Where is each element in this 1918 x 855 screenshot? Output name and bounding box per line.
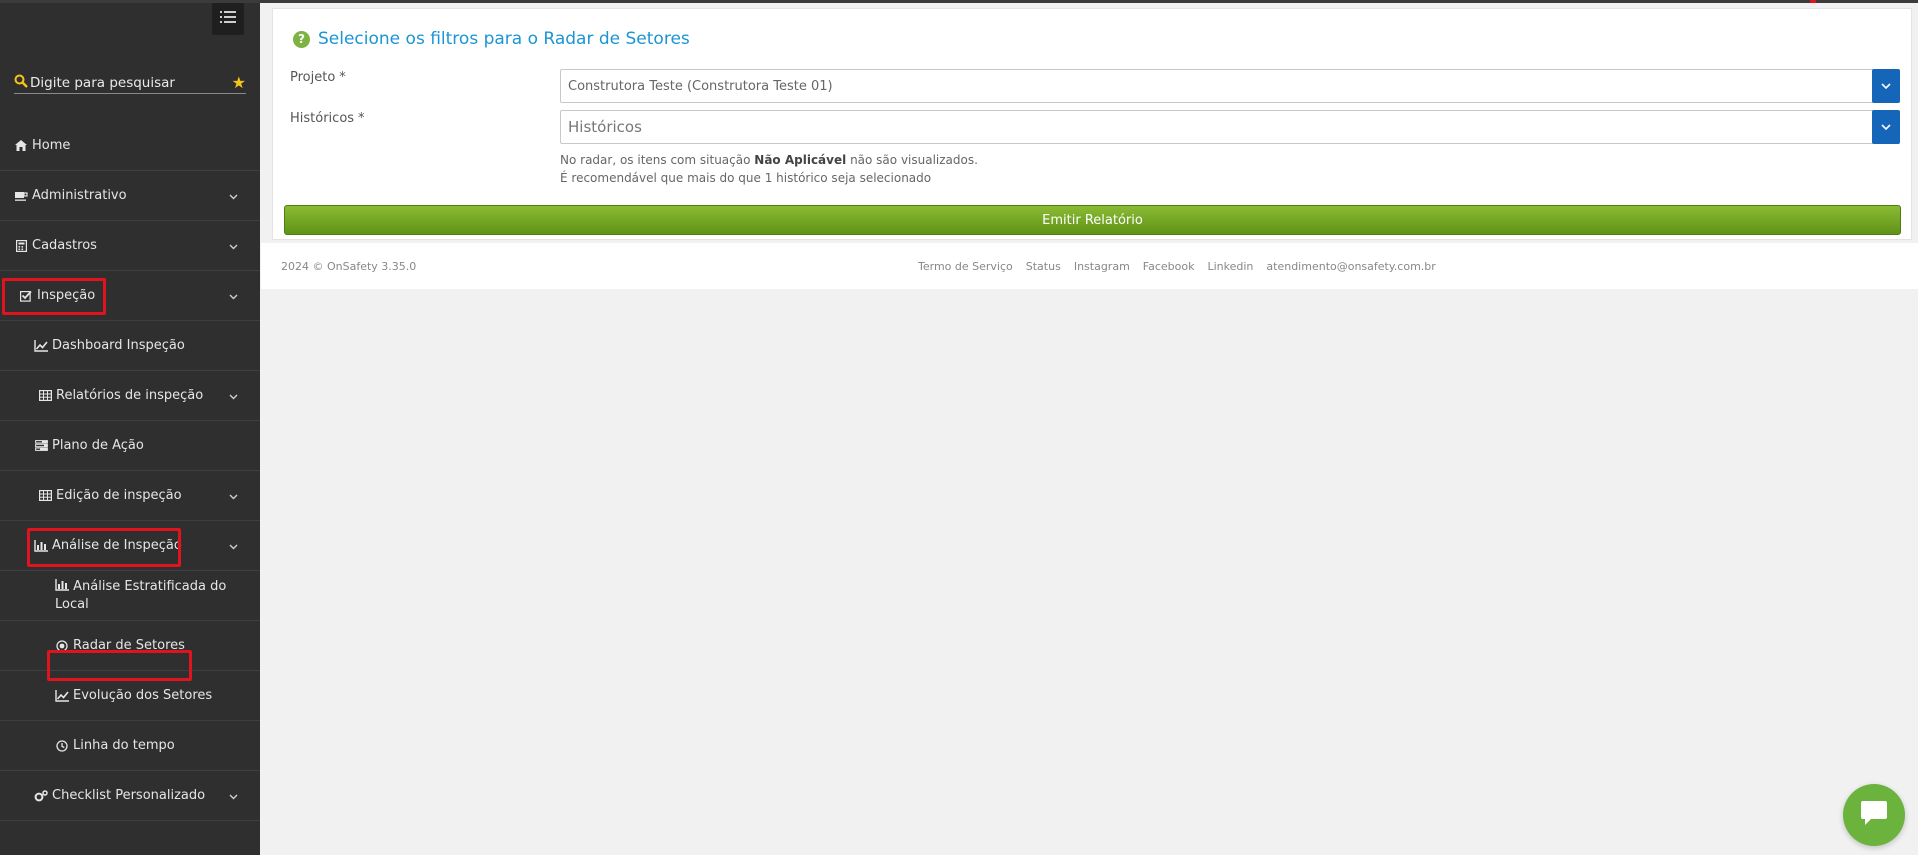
- sidebar-item-label: Home: [32, 138, 71, 153]
- footer-link-linkedin[interactable]: Linkedin: [1207, 260, 1253, 273]
- sidebar-item-analise-inspecao[interactable]: Análise de Inspeção: [0, 521, 260, 571]
- projeto-select[interactable]: Construtora Teste (Construtora Teste 01): [560, 69, 1900, 103]
- table-icon: [38, 489, 52, 503]
- star-icon[interactable]: ★: [232, 73, 246, 92]
- question-circle-icon[interactable]: ?: [293, 30, 310, 48]
- footer-links: Termo de Serviço Status Instagram Facebo…: [918, 260, 1436, 273]
- filter-panel: ? Selecione os filtros para o Radar de S…: [272, 8, 1912, 240]
- search-input[interactable]: [28, 74, 228, 91]
- sidebar-item-label: Evolução dos Setores: [73, 688, 213, 703]
- list-icon: [220, 10, 236, 28]
- sidebar-item-plano-acao[interactable]: Plano de Ação: [0, 421, 260, 471]
- chevron-down-icon: [229, 539, 238, 554]
- hint-suffix: não são visualizados.: [850, 153, 978, 167]
- chevron-down-icon: [229, 189, 238, 204]
- footer-link-facebook[interactable]: Facebook: [1143, 260, 1195, 273]
- sidebar-item-cadastros[interactable]: Cadastros: [0, 221, 260, 271]
- sidebar: ★ Home Administrativo Cadastros Inspeção…: [0, 0, 260, 855]
- bar-chart-icon: [55, 578, 69, 592]
- sidebar-item-edicao-inspecao[interactable]: Edição de inspeção: [0, 471, 260, 521]
- historicos-select[interactable]: Históricos: [560, 110, 1900, 144]
- line-chart-icon: [34, 339, 48, 353]
- sidebar-item-label: Checklist Personalizado: [52, 788, 206, 803]
- sidebar-item-label: Radar de Setores: [73, 638, 185, 653]
- required-mark: *: [358, 111, 365, 126]
- sidebar-item-evolucao-setores[interactable]: Evolução dos Setores: [0, 671, 260, 721]
- hint-line-2: É recomendável que mais do que 1 históri…: [560, 171, 932, 185]
- cogs-icon: [34, 789, 48, 803]
- chat-bubble-icon: [1859, 799, 1889, 831]
- chevron-down-icon: [229, 239, 238, 254]
- chevron-down-icon: [229, 389, 238, 404]
- historicos-select-placeholder: Históricos: [568, 118, 642, 136]
- coffee-icon: [14, 189, 28, 203]
- footer-link-instagram[interactable]: Instagram: [1074, 260, 1130, 273]
- sidebar-item-administrativo[interactable]: Administrativo: [0, 171, 260, 221]
- main-content: ? Selecione os filtros para o Radar de S…: [261, 3, 1918, 855]
- chevron-down-icon[interactable]: [1872, 110, 1900, 144]
- emitir-relatorio-button[interactable]: Emitir Relatório: [284, 205, 1901, 235]
- projeto-select-value: Construtora Teste (Construtora Teste 01): [568, 78, 833, 94]
- sidebar-item-label: Edição de inspeção: [56, 488, 182, 503]
- checkbox-icon: [19, 289, 33, 303]
- top-border: [0, 0, 1918, 3]
- sidebar-item-home[interactable]: Home: [0, 121, 260, 171]
- panel-title-text: Selecione os filtros para o Radar de Set…: [318, 29, 690, 49]
- chat-button[interactable]: [1843, 784, 1905, 846]
- hint-bold: Não Aplicável: [754, 153, 847, 167]
- sidebar-item-label: Inspeção: [37, 288, 96, 303]
- sidebar-item-analise-estratificada[interactable]: Análise Estratificada do Local: [0, 571, 260, 621]
- footer-link-status[interactable]: Status: [1026, 260, 1061, 273]
- sidebar-item-relatorios-inspecao[interactable]: Relatórios de inspeção: [0, 371, 260, 421]
- sidebar-item-label: Linha do tempo: [73, 738, 175, 753]
- clock-icon: [55, 739, 69, 753]
- chevron-down-icon: [229, 489, 238, 504]
- chevron-down-icon: [229, 789, 238, 804]
- bar-chart-icon: [34, 539, 48, 553]
- footer-link-termo-servico[interactable]: Termo de Serviço: [918, 260, 1013, 273]
- historicos-label: Históricos *: [290, 111, 365, 126]
- sidebar-item-label: Análise de Inspeção: [52, 538, 182, 553]
- sidebar-item-radar-setores[interactable]: Radar de Setores: [0, 621, 260, 671]
- projeto-label: Projeto *: [290, 70, 346, 85]
- chevron-down-icon: [229, 289, 238, 304]
- footer-link-email[interactable]: atendimento@onsafety.com.br: [1266, 260, 1435, 273]
- tasks-icon: [34, 439, 48, 453]
- search-icon: [14, 74, 28, 92]
- sidebar-item-label: Dashboard Inspeção: [52, 338, 185, 353]
- sidebar-item-label: Análise Estratificada do Local: [55, 578, 227, 612]
- projeto-label-text: Projeto: [290, 70, 336, 85]
- copyright: 2024 © OnSafety 3.35.0: [281, 260, 417, 273]
- chevron-down-icon[interactable]: [1872, 69, 1900, 103]
- sidebar-search: ★: [14, 72, 246, 94]
- historicos-label-text: Históricos: [290, 111, 355, 126]
- sidebar-item-inspecao[interactable]: Inspeção: [0, 271, 260, 321]
- panel-title: ? Selecione os filtros para o Radar de S…: [293, 29, 690, 49]
- sidebar-toggle-button[interactable]: [212, 3, 244, 35]
- sidebar-item-label: Administrativo: [32, 188, 127, 203]
- required-mark: *: [339, 70, 346, 85]
- sidebar-item-linha-tempo[interactable]: Linha do tempo: [0, 721, 260, 771]
- dot-circle-icon: [55, 639, 69, 653]
- calculator-icon: [14, 239, 28, 253]
- hint-line-1: No radar, os itens com situação Não Apli…: [560, 153, 978, 167]
- sidebar-item-label: Relatórios de inspeção: [56, 388, 204, 403]
- sidebar-item-label: Plano de Ação: [52, 438, 144, 453]
- home-icon: [14, 139, 28, 153]
- notification-indicator: [1810, 0, 1816, 3]
- hint-prefix: No radar, os itens com situação: [560, 153, 751, 167]
- sidebar-item-dashboard-inspecao[interactable]: Dashboard Inspeção: [0, 321, 260, 371]
- sidebar-item-checklist-personalizado[interactable]: Checklist Personalizado: [0, 771, 260, 821]
- line-chart-icon: [55, 689, 69, 703]
- footer: 2024 © OnSafety 3.35.0 Termo de Serviço …: [261, 243, 1918, 289]
- sidebar-item-label: Cadastros: [32, 238, 97, 253]
- table-icon: [38, 389, 52, 403]
